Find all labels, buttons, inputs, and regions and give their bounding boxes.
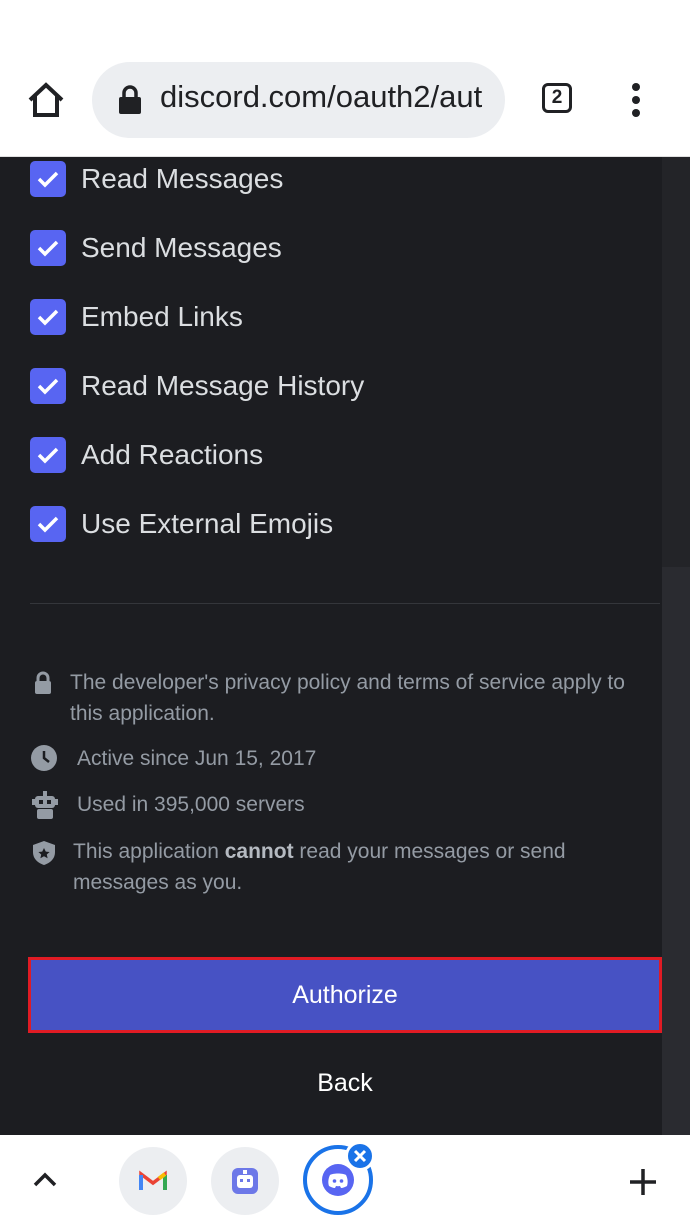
chevron-up-icon[interactable] <box>32 1169 58 1189</box>
bot-app-icon <box>232 1168 258 1194</box>
home-icon[interactable] <box>26 80 66 120</box>
permission-label: Embed Links <box>81 301 243 332</box>
check-icon <box>37 447 59 464</box>
gmail-icon <box>139 1170 167 1190</box>
section-divider <box>30 603 660 604</box>
permission-use-external-emojis[interactable]: Use External Emojis <box>30 504 333 544</box>
lock-icon <box>30 669 60 699</box>
url-text: discord.com/oauth2/aut <box>160 79 483 114</box>
checkbox[interactable] <box>30 230 66 266</box>
permission-send-messages[interactable]: Send Messages <box>30 228 282 268</box>
cannot-emphasis: cannot <box>224 840 294 863</box>
bottom-tab-strip <box>0 1135 690 1227</box>
check-icon <box>37 378 59 395</box>
checkbox[interactable] <box>30 299 66 335</box>
checkbox[interactable] <box>30 368 66 404</box>
check-icon <box>37 309 59 326</box>
cannot-read-prefix: This application <box>73 840 225 863</box>
lock-icon <box>118 85 142 115</box>
privacy-text: The developer's privacy policy and terms… <box>70 671 625 725</box>
more-vert-icon[interactable] <box>626 82 646 118</box>
permission-label: Read Message History <box>81 370 365 401</box>
address-bar[interactable]: discord.com/oauth2/aut <box>92 62 505 138</box>
permission-label: Send Messages <box>81 232 282 263</box>
tab-switcher-button[interactable]: 2 <box>542 83 572 113</box>
permission-read-messages[interactable]: Read Messages <box>30 159 283 199</box>
plus-icon[interactable] <box>628 1167 658 1197</box>
check-icon <box>37 171 59 188</box>
tab-bot-app[interactable] <box>211 1147 279 1215</box>
active-since-text: Active since Jun 15, 2017 <box>77 747 317 770</box>
permission-label: Use External Emojis <box>81 508 334 539</box>
authorize-label: Authorize <box>292 980 398 1009</box>
clock-icon <box>30 744 60 774</box>
back-button[interactable]: Back <box>245 1063 445 1103</box>
permission-label: Add Reactions <box>81 439 264 470</box>
tab-gmail[interactable] <box>119 1147 187 1215</box>
permission-embed-links[interactable]: Embed Links <box>30 297 243 337</box>
servers-text: Used in 395,000 servers <box>77 793 305 816</box>
close-tab-button[interactable] <box>345 1141 375 1171</box>
authorize-button[interactable]: Authorize <box>28 957 662 1033</box>
cannot-read-text: This application cannot read your messag… <box>73 836 653 898</box>
checkbox[interactable] <box>30 437 66 473</box>
robot-icon <box>30 790 60 820</box>
browser-toolbar: discord.com/oauth2/aut 2 <box>0 0 690 157</box>
permission-read-message-history[interactable]: Read Message History <box>30 366 364 406</box>
close-icon <box>353 1149 367 1163</box>
check-icon <box>37 240 59 257</box>
checkbox[interactable] <box>30 161 66 197</box>
check-icon <box>37 516 59 533</box>
oauth-authorize-panel: Read Messages Send Messages Embed Links … <box>0 157 690 1135</box>
shield-icon <box>30 839 60 869</box>
permission-label: Read Messages <box>81 163 284 194</box>
tab-count: 2 <box>551 87 563 108</box>
scrollbar-thumb[interactable] <box>662 567 690 1135</box>
discord-icon <box>322 1164 354 1196</box>
permission-add-reactions[interactable]: Add Reactions <box>30 435 263 475</box>
checkbox[interactable] <box>30 506 66 542</box>
